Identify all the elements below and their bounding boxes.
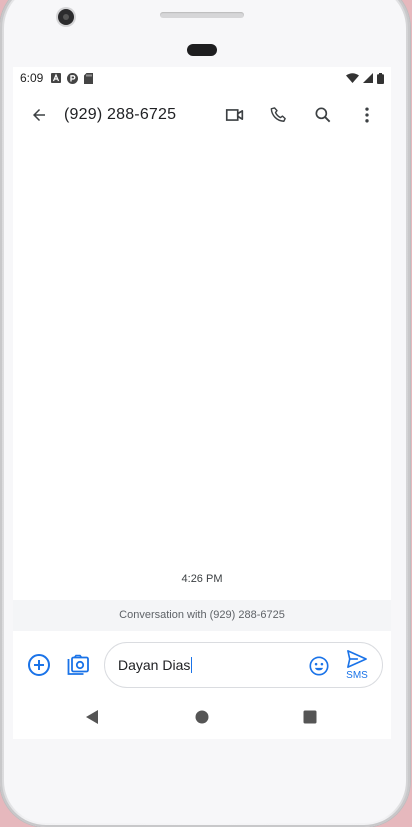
p-notification-icon bbox=[67, 72, 79, 84]
emoji-icon bbox=[309, 656, 329, 676]
nav-home-button[interactable] bbox=[193, 708, 211, 726]
app-bar: (929) 288-6725 bbox=[13, 89, 391, 141]
conversation-info-banner: Conversation with (929) 288-6725 bbox=[13, 600, 391, 631]
send-sms-button[interactable]: SMS bbox=[342, 649, 372, 683]
status-system-icons bbox=[346, 72, 384, 84]
message-input-text: Dayan Dias bbox=[118, 657, 193, 673]
video-call-icon bbox=[225, 109, 244, 121]
sd-card-icon bbox=[84, 72, 94, 84]
send-label: SMS bbox=[346, 670, 368, 681]
status-bar: 6:09 bbox=[13, 67, 391, 89]
message-list[interactable] bbox=[13, 141, 391, 567]
send-icon bbox=[347, 650, 367, 668]
message-input[interactable]: Dayan Dias SMS bbox=[104, 642, 383, 688]
earpiece-speaker bbox=[160, 12, 244, 18]
system-nav-bar bbox=[13, 699, 391, 735]
message-timestamp: 4:26 PM bbox=[181, 573, 223, 585]
app-bar-actions bbox=[203, 103, 379, 127]
text-cursor bbox=[191, 657, 193, 673]
add-attachment-button[interactable] bbox=[27, 653, 51, 677]
message-input-value: Dayan Dias bbox=[118, 657, 191, 673]
search-button[interactable] bbox=[311, 103, 335, 127]
gallery-camera-button[interactable] bbox=[66, 653, 90, 677]
back-button[interactable] bbox=[27, 103, 51, 127]
more-vert-icon bbox=[365, 107, 369, 123]
photo-camera-icon bbox=[67, 654, 89, 675]
status-notification-icons bbox=[51, 72, 94, 84]
proximity-sensor bbox=[187, 44, 217, 56]
triangle-back-icon bbox=[86, 710, 98, 724]
screen: 6:09 (929) 288-6725 4:26 PM Conversation… bbox=[13, 67, 391, 739]
circle-home-icon bbox=[195, 710, 209, 724]
search-icon bbox=[315, 107, 331, 123]
signal-icon bbox=[363, 73, 373, 83]
a-notification-icon bbox=[51, 73, 62, 83]
nav-recents-button[interactable] bbox=[301, 708, 319, 726]
front-camera bbox=[58, 9, 74, 25]
emoji-button[interactable] bbox=[307, 654, 331, 678]
phone-icon bbox=[270, 107, 286, 122]
wifi-icon bbox=[346, 73, 359, 83]
square-recents-icon bbox=[303, 710, 317, 724]
message-composer: Dayan Dias SMS bbox=[13, 641, 391, 689]
conversation-title: (929) 288-6725 bbox=[64, 106, 177, 123]
add-circle-icon bbox=[28, 654, 50, 676]
more-options-button[interactable] bbox=[355, 103, 379, 127]
status-time: 6:09 bbox=[20, 71, 44, 85]
phone-call-button[interactable] bbox=[267, 103, 291, 127]
battery-icon bbox=[377, 72, 384, 84]
nav-back-button[interactable] bbox=[83, 708, 101, 726]
video-call-button[interactable] bbox=[223, 103, 247, 127]
arrow-back-icon bbox=[33, 109, 45, 121]
